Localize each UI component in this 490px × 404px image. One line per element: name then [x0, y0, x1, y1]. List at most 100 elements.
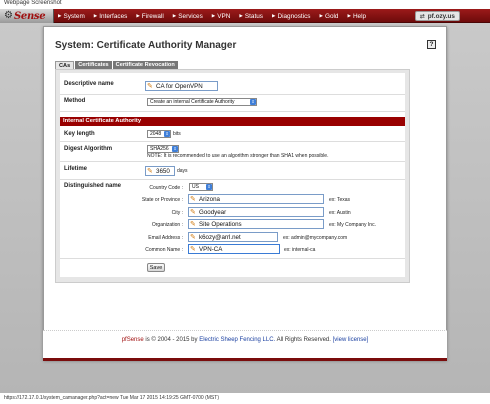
pencil-icon: ✎ [190, 209, 196, 216]
key-length-select[interactable]: 2048 ⇕ [147, 130, 171, 138]
pfsense-logo[interactable]: ⚙ Sense [0, 9, 54, 23]
footer: pfSense is © 2004 - 2015 by Electric She… [43, 337, 447, 343]
common-name-label: Common Name : [145, 247, 183, 253]
state-value: Arizona [199, 195, 220, 203]
method-label: Method [64, 98, 86, 104]
tab-certificates[interactable]: Certificates [75, 61, 112, 69]
menu-services[interactable]: ▶ Services [173, 13, 203, 20]
state-example: ex: Texas [329, 197, 351, 203]
pencil-icon: ✎ [147, 83, 153, 90]
city-input[interactable]: ✎ Goodyear [188, 207, 324, 217]
tab-bar: CAs Certificates Certificate Revocation [55, 61, 179, 69]
city-value: Goodyear [199, 208, 227, 216]
triangle-right-icon: ▶ [136, 13, 140, 18]
divider [60, 161, 405, 162]
select-arrows-icon: ⇕ [164, 131, 170, 137]
triangle-right-icon: ▶ [172, 13, 177, 18]
select-arrows-icon: ⇕ [250, 99, 256, 105]
tab-certificate-revocation[interactable]: Certificate Revocation [112, 61, 178, 69]
common-name-example: ex: internal-ca [284, 247, 316, 253]
organization-input[interactable]: ✎ Site Operations [188, 219, 324, 229]
digest-note: NOTE: It is recommended to use an algori… [147, 153, 329, 159]
method-select[interactable]: Create an internal Certificate Authority… [147, 98, 257, 106]
menu-firewall[interactable]: ▶ Firewall [136, 13, 163, 20]
server-icon: ⇄ [419, 13, 425, 20]
top-navigation-bar: ⚙ Sense ▶ System ▶ Interfaces ▶ Firewall ▶ S… [0, 9, 490, 23]
bottom-accent-strip [43, 358, 447, 361]
email-example: ex: admin@mycompany.com [283, 235, 348, 241]
footer-company-link[interactable]: Electric Sheep Fencing LLC. [199, 337, 275, 343]
help-icon[interactable]: ? [427, 40, 436, 49]
lifetime-input[interactable]: ✎ 3650 [145, 166, 175, 176]
menu-label: Interfaces [99, 12, 128, 20]
select-arrows-icon: ⇕ [172, 146, 178, 152]
method-value: Create an internal Certificate Authority [150, 99, 235, 105]
country-code-select[interactable]: US ⇕ [189, 183, 213, 191]
footer-panel [43, 330, 447, 360]
organization-label: Organization : [151, 222, 183, 228]
logo-text: Sense [13, 10, 46, 22]
email-input[interactable]: ✎ k6ozy@arrl.net [188, 232, 278, 242]
state-input[interactable]: ✎ Arizona [188, 194, 324, 204]
save-button[interactable]: Save [147, 263, 165, 272]
triangle-right-icon: ▶ [211, 13, 216, 18]
screenshot-label: Webpage Screenshot [4, 0, 62, 6]
triangle-right-icon: ▶ [58, 13, 62, 18]
menu-vpn[interactable]: ▶ VPN [212, 13, 231, 20]
menu-interfaces[interactable]: ▶ Interfaces [94, 13, 128, 20]
divider [60, 179, 405, 180]
menu-label: Help [352, 12, 367, 20]
triangle-right-icon: ▶ [319, 13, 323, 18]
hostname-text: pf.ozy.us [427, 12, 455, 20]
key-length-label: Key length [64, 131, 95, 137]
descriptive-name-value: CA for OpenVPN [156, 82, 203, 90]
menu-label: Gold [324, 12, 339, 20]
main-menu: ▶ System ▶ Interfaces ▶ Firewall ▶ Services … [58, 9, 375, 23]
city-label: City : [171, 210, 183, 216]
divider [60, 94, 405, 95]
digest-algorithm-select[interactable]: SHA256 ⇕ [147, 145, 179, 153]
city-example: ex: Austin [329, 210, 351, 216]
country-value: US [192, 184, 199, 190]
state-label: State or Province : [141, 197, 183, 203]
menu-status[interactable]: ▶ Status [239, 13, 263, 20]
triangle-right-icon: ▶ [239, 13, 243, 18]
divider [60, 111, 405, 112]
menu-diagnostics[interactable]: ▶ Diagnostics [272, 13, 311, 20]
pencil-icon: ✎ [190, 234, 196, 241]
pencil-icon: ✎ [190, 196, 196, 203]
lifetime-unit: days [177, 168, 188, 174]
footer-license-link[interactable]: [view license] [333, 337, 369, 343]
select-arrows-icon: ⇕ [206, 184, 212, 190]
hostname-badge: ⇄ pf.ozy.us [414, 11, 460, 21]
gear-icon: ⚙ [4, 10, 13, 21]
organization-example: ex: My Company Inc. [329, 222, 376, 228]
pencil-icon: ✎ [190, 246, 196, 253]
descriptive-name-label: Descriptive name [64, 81, 114, 87]
descriptive-name-input[interactable]: ✎ CA for OpenVPN [145, 81, 218, 91]
menu-label: Firewall [141, 12, 164, 20]
common-name-input[interactable]: ✎ VPN-CA [188, 244, 280, 254]
divider [60, 258, 405, 259]
footer-rights: All Rights Reserved. [276, 337, 331, 343]
status-bar: https://172.17.0.1/system_camanager.php?… [4, 395, 219, 401]
lifetime-value: 3650 [156, 167, 170, 175]
organization-value: Site Operations [199, 220, 242, 228]
common-name-value: VPN-CA [199, 245, 223, 253]
triangle-right-icon: ▶ [271, 13, 276, 18]
email-label: Email Address : [148, 235, 183, 241]
digest-algorithm-label: Digest Algorithm [64, 146, 113, 152]
key-length-value: 2048 [150, 131, 162, 137]
footer-copyright: is © 2004 - 2015 by [145, 337, 198, 343]
key-length-unit: bits [173, 131, 181, 137]
email-value: k6ozy@arrl.net [199, 233, 241, 241]
menu-system[interactable]: ▶ System [58, 13, 85, 20]
triangle-right-icon: ▶ [347, 13, 351, 18]
menu-label: Status [244, 12, 263, 20]
page-title: System: Certificate Authority Manager [55, 40, 237, 51]
menu-label: Diagnostics [277, 12, 311, 20]
digest-value: SHA256 [150, 146, 169, 152]
menu-help[interactable]: ▶ Help [347, 13, 366, 20]
menu-gold[interactable]: ▶ Gold [320, 13, 339, 20]
tab-cas[interactable]: CAs [55, 61, 75, 69]
